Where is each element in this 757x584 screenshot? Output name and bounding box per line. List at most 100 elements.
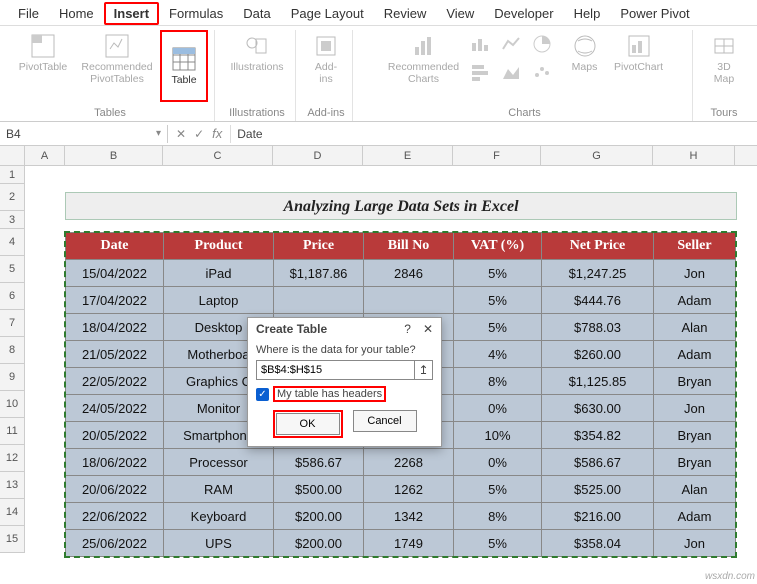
cell-date[interactable]: 20/05/2022 [66, 422, 164, 449]
table-row[interactable]: 15/04/2022iPad$1,187.8628465%$1,247.25Jo… [66, 260, 736, 287]
col-G[interactable]: G [541, 146, 653, 165]
cell-bill[interactable]: 1749 [364, 530, 454, 557]
cell-net[interactable]: $354.82 [542, 422, 654, 449]
row-15[interactable]: 15 [0, 526, 24, 553]
cell-product[interactable]: Laptop [164, 287, 274, 314]
pivotchart-button[interactable]: PivotChart [611, 30, 667, 76]
cancel-button[interactable]: Cancel [353, 410, 417, 432]
range-input[interactable] [257, 361, 414, 379]
tab-home[interactable]: Home [49, 2, 104, 25]
cell-bill[interactable] [364, 287, 454, 314]
cell-net[interactable]: $444.76 [542, 287, 654, 314]
header-price[interactable]: Price [274, 233, 364, 260]
formula-input[interactable]: Date [230, 125, 757, 143]
cell-net[interactable]: $216.00 [542, 503, 654, 530]
cell-seller[interactable]: Bryan [654, 368, 736, 395]
3dmap-button[interactable]: 3D Map [703, 30, 745, 87]
cell-product[interactable]: UPS [164, 530, 274, 557]
row-5[interactable]: 5 [0, 256, 24, 283]
cell-price[interactable]: $586.67 [274, 449, 364, 476]
cell-net[interactable]: $630.00 [542, 395, 654, 422]
cell-net[interactable]: $525.00 [542, 476, 654, 503]
cell-net[interactable]: $358.04 [542, 530, 654, 557]
cell-seller[interactable]: Adam [654, 287, 736, 314]
cell-price[interactable] [274, 287, 364, 314]
column-chart-icon[interactable] [469, 33, 497, 58]
cell-date[interactable]: 18/06/2022 [66, 449, 164, 476]
pie-chart-icon[interactable] [531, 33, 559, 58]
checkbox-checked-icon[interactable]: ✓ [256, 388, 269, 401]
line-chart-icon[interactable] [500, 33, 528, 58]
cell-price[interactable]: $1,187.86 [274, 260, 364, 287]
cell-date[interactable]: 21/05/2022 [66, 341, 164, 368]
row-1[interactable]: 1 [0, 166, 24, 184]
cell-date[interactable]: 25/06/2022 [66, 530, 164, 557]
tab-file[interactable]: File [8, 2, 49, 25]
cell-bill[interactable]: 2268 [364, 449, 454, 476]
tab-pagelayout[interactable]: Page Layout [281, 2, 374, 25]
header-vat[interactable]: VAT (%) [454, 233, 542, 260]
table-row[interactable]: 18/06/2022Processor$586.6722680%$586.67B… [66, 449, 736, 476]
tab-review[interactable]: Review [374, 2, 437, 25]
col-A[interactable]: A [25, 146, 65, 165]
row-7[interactable]: 7 [0, 310, 24, 337]
tab-data[interactable]: Data [233, 2, 280, 25]
cell-vat[interactable]: 5% [454, 287, 542, 314]
row-9[interactable]: 9 [0, 364, 24, 391]
cell-net[interactable]: $260.00 [542, 341, 654, 368]
enter-formula-icon[interactable]: ✓ [194, 127, 204, 141]
cell-seller[interactable]: Bryan [654, 449, 736, 476]
range-selector-icon[interactable]: ↥ [414, 361, 432, 379]
header-product[interactable]: Product [164, 233, 274, 260]
cell-vat[interactable]: 5% [454, 260, 542, 287]
header-seller[interactable]: Seller [654, 233, 736, 260]
cell-vat[interactable]: 5% [454, 314, 542, 341]
cell-vat[interactable]: 0% [454, 395, 542, 422]
col-D[interactable]: D [273, 146, 363, 165]
tab-help[interactable]: Help [564, 2, 611, 25]
row-8[interactable]: 8 [0, 337, 24, 364]
cell-date[interactable]: 17/04/2022 [66, 287, 164, 314]
scatter-chart-icon[interactable] [531, 61, 559, 86]
col-B[interactable]: B [65, 146, 163, 165]
header-date[interactable]: Date [66, 233, 164, 260]
table-row[interactable]: 17/04/2022Laptop 5%$444.76Adam [66, 287, 736, 314]
cell-vat[interactable]: 5% [454, 530, 542, 557]
row-6[interactable]: 6 [0, 283, 24, 310]
cell-date[interactable]: 22/05/2022 [66, 368, 164, 395]
cell-product[interactable]: Processor [164, 449, 274, 476]
cell-product[interactable]: Keyboard [164, 503, 274, 530]
ok-button[interactable]: OK [276, 413, 340, 435]
cell-date[interactable]: 24/05/2022 [66, 395, 164, 422]
row-13[interactable]: 13 [0, 472, 24, 499]
cell-seller[interactable]: Adam [654, 341, 736, 368]
recommended-pivottables-button[interactable]: Recommended PivotTables [76, 30, 158, 87]
row-3[interactable]: 3 [0, 211, 24, 229]
tab-developer[interactable]: Developer [484, 2, 563, 25]
row-10[interactable]: 10 [0, 391, 24, 418]
cell-seller[interactable]: Jon [654, 260, 736, 287]
cell-price[interactable]: $500.00 [274, 476, 364, 503]
col-C[interactable]: C [163, 146, 273, 165]
cell-product[interactable]: RAM [164, 476, 274, 503]
row-2[interactable]: 2 [0, 184, 24, 211]
dialog-close-icon[interactable]: ✕ [423, 322, 433, 336]
header-bill[interactable]: Bill No [364, 233, 454, 260]
addins-button[interactable]: Add- ins [306, 30, 346, 87]
cell-seller[interactable]: Jon [654, 530, 736, 557]
row-11[interactable]: 11 [0, 418, 24, 445]
table-button[interactable]: Table [160, 30, 208, 102]
cell-vat[interactable]: 0% [454, 449, 542, 476]
cancel-formula-icon[interactable]: ✕ [176, 127, 186, 141]
cell-seller[interactable]: Alan [654, 314, 736, 341]
table-row[interactable]: 25/06/2022UPS$200.0017495%$358.04Jon [66, 530, 736, 557]
col-F[interactable]: F [453, 146, 541, 165]
cell-net[interactable]: $586.67 [542, 449, 654, 476]
cell-date[interactable]: 18/04/2022 [66, 314, 164, 341]
cell-product[interactable]: iPad [164, 260, 274, 287]
chevron-down-icon[interactable]: ▾ [156, 128, 161, 139]
cell-vat[interactable]: 8% [454, 503, 542, 530]
cell-bill[interactable]: 2846 [364, 260, 454, 287]
pivottable-button[interactable]: PivotTable [12, 30, 74, 76]
dialog-titlebar[interactable]: Create Table ? ✕ [248, 318, 441, 340]
